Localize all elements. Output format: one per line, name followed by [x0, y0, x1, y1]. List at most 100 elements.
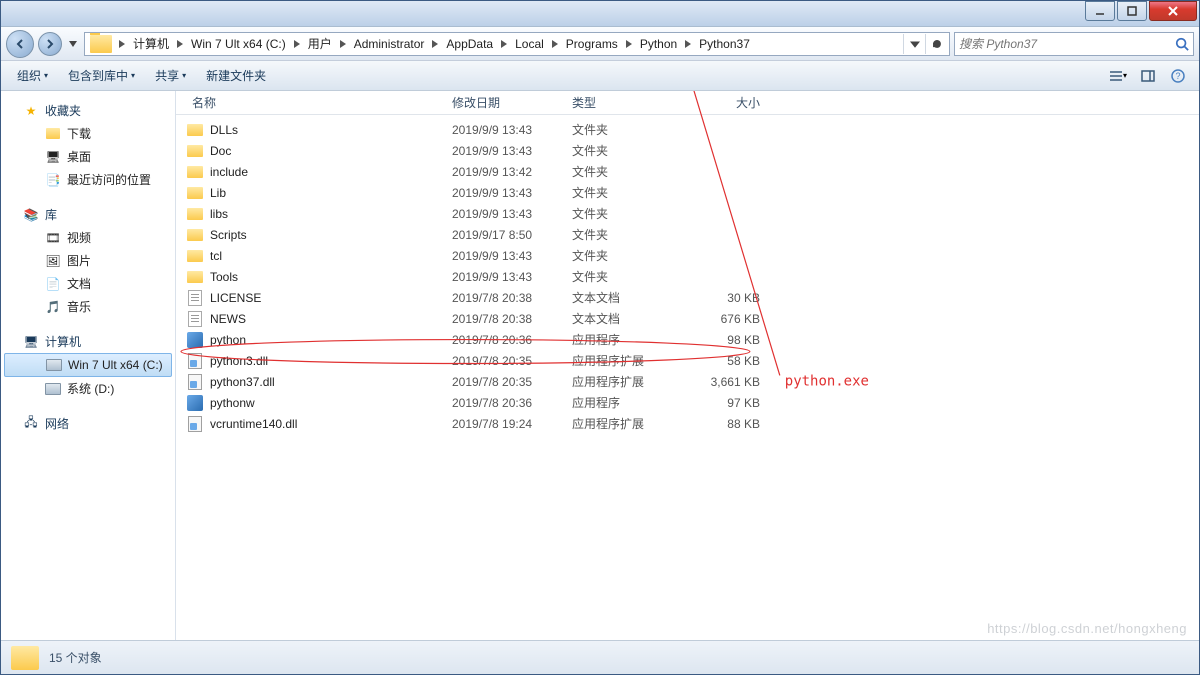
nav-history-dropdown[interactable]: [66, 34, 80, 54]
file-icon: [186, 416, 204, 432]
breadcrumb-sep-icon[interactable]: [681, 40, 695, 48]
column-header-size[interactable]: 大小: [686, 94, 766, 111]
include-in-library-button[interactable]: 包含到库中 ▾: [60, 63, 143, 88]
preview-pane-icon[interactable]: [1135, 65, 1161, 87]
column-header-date[interactable]: 修改日期: [446, 94, 566, 111]
file-name: Tools: [210, 270, 446, 284]
file-row[interactable]: NEWS2019/7/8 20:38文本文档676 KB: [176, 308, 1199, 329]
file-row[interactable]: python3.dll2019/7/8 20:35应用程序扩展58 KB: [176, 350, 1199, 371]
breadcrumb-drive[interactable]: Win 7 Ult x64 (C:): [187, 33, 290, 55]
file-row[interactable]: include2019/9/9 13:42文件夹: [176, 161, 1199, 182]
file-row[interactable]: python37.dll2019/7/8 20:35应用程序扩展3,661 KB: [176, 371, 1199, 392]
breadcrumb-sep-icon[interactable]: [290, 40, 304, 48]
sidebar-item-downloads[interactable]: 下载: [1, 122, 175, 145]
file-date: 2019/9/9 13:43: [446, 249, 566, 263]
minimize-button[interactable]: [1085, 1, 1115, 21]
file-name: DLLs: [210, 123, 446, 137]
breadcrumb-python[interactable]: Python: [636, 33, 681, 55]
close-button[interactable]: [1149, 1, 1197, 21]
file-icon: [186, 374, 204, 390]
sidebar-item-music[interactable]: 🎵音乐: [1, 295, 175, 318]
column-header-name[interactable]: 名称: [186, 94, 446, 111]
file-date: 2019/9/9 13:43: [446, 186, 566, 200]
sidebar-item-desktop[interactable]: 🖥桌面: [1, 145, 175, 168]
breadcrumb-sep-icon[interactable]: [115, 40, 129, 48]
maximize-button[interactable]: [1117, 1, 1147, 21]
file-icon: [186, 164, 204, 180]
file-row[interactable]: libs2019/9/9 13:43文件夹: [176, 203, 1199, 224]
file-date: 2019/7/8 19:24: [446, 417, 566, 431]
breadcrumb-python37[interactable]: Python37: [695, 33, 754, 55]
search-icon: [1175, 37, 1189, 51]
file-name: NEWS: [210, 312, 446, 326]
help-icon[interactable]: ?: [1165, 65, 1191, 87]
file-row[interactable]: python2019/7/8 20:36应用程序98 KB: [176, 329, 1199, 350]
sidebar-item-videos[interactable]: 🎞视频: [1, 226, 175, 249]
sidebar-item-pictures[interactable]: 🖼图片: [1, 249, 175, 272]
file-icon: [186, 143, 204, 159]
breadcrumb-sep-icon[interactable]: [497, 40, 511, 48]
sidebar-computer[interactable]: 🖥计算机: [1, 330, 175, 353]
file-type: 文本文档: [566, 310, 686, 327]
file-date: 2019/7/8 20:36: [446, 333, 566, 347]
file-type: 文件夹: [566, 226, 686, 243]
view-options-icon[interactable]: ▾: [1105, 65, 1131, 87]
organize-button[interactable]: 组织 ▾: [9, 63, 56, 88]
sidebar-item-recent[interactable]: 📑最近访问的位置: [1, 168, 175, 191]
breadcrumb-users[interactable]: 用户: [304, 33, 336, 55]
file-row[interactable]: Doc2019/9/9 13:43文件夹: [176, 140, 1199, 161]
column-header-type[interactable]: 类型: [566, 94, 686, 111]
file-size: 3,661 KB: [686, 375, 766, 389]
file-type: 应用程序扩展: [566, 415, 686, 432]
address-bar[interactable]: 计算机 Win 7 Ult x64 (C:) 用户 Administrator …: [84, 32, 950, 56]
file-date: 2019/9/9 13:43: [446, 123, 566, 137]
navigation-pane: ★收藏夹 下载 🖥桌面 📑最近访问的位置 📚库 🎞视频 🖼图片 📄文档 🎵音乐 …: [1, 91, 176, 640]
file-row[interactable]: pythonw2019/7/8 20:36应用程序97 KB: [176, 392, 1199, 413]
sidebar-item-documents[interactable]: 📄文档: [1, 272, 175, 295]
svg-text:?: ?: [1175, 71, 1180, 81]
file-name: python37.dll: [210, 375, 446, 389]
file-row[interactable]: Scripts2019/9/17 8:50文件夹: [176, 224, 1199, 245]
explorer-window: 计算机 Win 7 Ult x64 (C:) 用户 Administrator …: [0, 0, 1200, 675]
file-icon: [186, 227, 204, 243]
file-size: 30 KB: [686, 291, 766, 305]
sidebar-favorites[interactable]: ★收藏夹: [1, 99, 175, 122]
breadcrumb-sep-icon[interactable]: [428, 40, 442, 48]
breadcrumb-sep-icon[interactable]: [622, 40, 636, 48]
file-date: 2019/9/9 13:43: [446, 207, 566, 221]
breadcrumb-programs[interactable]: Programs: [562, 33, 622, 55]
command-toolbar: 组织 ▾ 包含到库中 ▾ 共享 ▾ 新建文件夹 ▾ ?: [1, 61, 1199, 91]
file-row[interactable]: DLLs2019/9/9 13:43文件夹: [176, 119, 1199, 140]
file-row[interactable]: tcl2019/9/9 13:43文件夹: [176, 245, 1199, 266]
file-row[interactable]: Tools2019/9/9 13:43文件夹: [176, 266, 1199, 287]
breadcrumb-local[interactable]: Local: [511, 33, 548, 55]
sidebar-item-drive-c[interactable]: Win 7 Ult x64 (C:): [4, 353, 172, 377]
search-input[interactable]: [959, 37, 1175, 51]
column-headers[interactable]: 名称 修改日期 类型 大小: [176, 91, 1199, 115]
breadcrumb-sep-icon[interactable]: [173, 40, 187, 48]
address-dropdown-icon[interactable]: [903, 34, 925, 54]
file-type: 文件夹: [566, 121, 686, 138]
breadcrumb-computer[interactable]: 计算机: [129, 33, 173, 55]
new-folder-button[interactable]: 新建文件夹: [198, 63, 274, 88]
back-button[interactable]: [6, 30, 34, 58]
share-button[interactable]: 共享 ▾: [147, 63, 194, 88]
breadcrumb-sep-icon[interactable]: [548, 40, 562, 48]
breadcrumb-sep-icon[interactable]: [336, 40, 350, 48]
sidebar-network[interactable]: 🖧网络: [1, 412, 175, 435]
file-name: include: [210, 165, 446, 179]
file-type: 文件夹: [566, 268, 686, 285]
search-box[interactable]: [954, 32, 1194, 56]
file-row[interactable]: Lib2019/9/9 13:43文件夹: [176, 182, 1199, 203]
sidebar-libraries[interactable]: 📚库: [1, 203, 175, 226]
refresh-icon[interactable]: [925, 34, 947, 54]
sidebar-item-drive-d[interactable]: 系统 (D:): [1, 377, 175, 400]
file-date: 2019/9/9 13:43: [446, 144, 566, 158]
breadcrumb-admin[interactable]: Administrator: [350, 33, 429, 55]
breadcrumb-appdata[interactable]: AppData: [442, 33, 497, 55]
file-icon: [186, 290, 204, 306]
file-date: 2019/7/8 20:35: [446, 354, 566, 368]
file-row[interactable]: vcruntime140.dll2019/7/8 19:24应用程序扩展88 K…: [176, 413, 1199, 434]
file-row[interactable]: LICENSE2019/7/8 20:38文本文档30 KB: [176, 287, 1199, 308]
forward-button[interactable]: [38, 32, 62, 56]
